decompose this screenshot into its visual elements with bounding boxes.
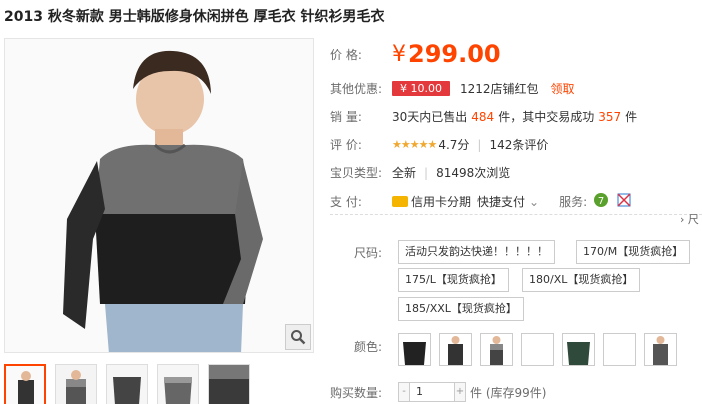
credit-card-icon xyxy=(392,196,408,207)
sales-text3: 件 xyxy=(625,110,638,124)
price-row: 价 格: ¥ 299.00 xyxy=(330,40,501,68)
chevron-down-icon[interactable]: ⌄ xyxy=(529,195,539,209)
separator: | xyxy=(477,137,482,152)
thumbnail-strip xyxy=(4,364,250,404)
model-illustration xyxy=(5,39,313,352)
main-product-image[interactable] xyxy=(4,38,314,353)
success-count: 357 xyxy=(598,109,622,124)
separator: | xyxy=(424,165,429,180)
rating-label: 评 价: xyxy=(330,138,362,152)
sold-count: 484 xyxy=(471,109,495,124)
thumbnail-3[interactable] xyxy=(106,364,148,404)
credit-installment[interactable]: 信用卡分期 xyxy=(411,193,471,210)
size-option-180xl[interactable]: 180/XL【现货疯抢】 xyxy=(522,268,641,292)
size-option-170m[interactable]: 170/M【现货疯抢】 xyxy=(576,240,691,264)
thumbnail-2[interactable] xyxy=(55,364,97,404)
decrease-button[interactable]: - xyxy=(398,382,410,402)
rating-score: 4.7分 xyxy=(438,138,470,152)
guarantee-icon xyxy=(617,193,631,210)
color-swatch-2[interactable] xyxy=(439,333,472,366)
star-rating-icon: ★★★★★ xyxy=(392,138,437,151)
service-label: 服务: xyxy=(559,195,588,209)
type-label: 宝贝类型: xyxy=(330,166,383,180)
thumbnail-5[interactable] xyxy=(208,364,250,404)
payment-label: 支 付: xyxy=(330,195,362,209)
price-value: 299.00 xyxy=(408,40,501,68)
stock-text: 件 (库存99件) xyxy=(470,385,547,400)
views-count: 81498次浏览 xyxy=(436,166,511,180)
coupon-badge: ¥ 10.00 xyxy=(392,81,450,96)
color-swatch-1[interactable] xyxy=(398,333,431,366)
size-option-185xxl[interactable]: 185/XXL【现货疯抢】 xyxy=(398,297,524,321)
claim-link[interactable]: 领取 xyxy=(551,80,575,97)
divider xyxy=(330,214,702,215)
thumbnail-4[interactable] xyxy=(157,364,199,404)
color-swatch-5[interactable] xyxy=(562,333,595,366)
size-option-notice[interactable]: 活动只发韵达快递！！！！！ xyxy=(398,240,555,264)
color-label: 颜色: xyxy=(354,340,383,354)
increase-button[interactable]: + xyxy=(454,382,466,402)
color-swatch-6[interactable] xyxy=(603,333,636,366)
quantity-stepper: - 1 + 件 (库存99件) xyxy=(398,382,546,402)
promo-label: 其他优惠: xyxy=(330,82,383,96)
sales-text1: 30天内已售出 xyxy=(392,110,468,124)
promo-row: 其他优惠: ¥ 10.00 1212店铺红包 领取 xyxy=(330,80,575,97)
sales-label: 销 量: xyxy=(330,110,362,124)
review-count-link[interactable]: 142条评价 xyxy=(489,136,548,153)
color-swatch-3[interactable] xyxy=(480,333,513,366)
quick-pay[interactable]: 快捷支付 xyxy=(477,193,525,210)
type-row: 宝贝类型: 全新 | 81498次浏览 xyxy=(330,164,510,181)
quantity-label: 购买数量: xyxy=(330,386,383,400)
color-swatch-7[interactable] xyxy=(644,333,677,366)
currency-symbol: ¥ xyxy=(392,41,406,67)
svg-text:7: 7 xyxy=(598,196,604,207)
type-value: 全新 xyxy=(392,166,417,180)
seven-day-return-icon: 7 xyxy=(593,192,609,211)
size-label: 尺码: xyxy=(354,246,383,260)
more-arrow[interactable]: › 尺 xyxy=(680,211,699,227)
rating-row: 评 价: ★★★★★ 4.7分 | 142条评价 xyxy=(330,136,548,153)
quantity-input[interactable]: 1 xyxy=(410,382,454,402)
sales-text2: 件，其中交易成功 xyxy=(498,110,595,124)
size-option-175l[interactable]: 175/L【现货疯抢】 xyxy=(398,268,509,292)
promo-text: 1212店铺红包 xyxy=(460,82,539,96)
price-label: 价 格: xyxy=(330,47,362,62)
thumbnail-1[interactable] xyxy=(4,364,46,404)
product-title: 2013 秋冬新款 男士韩版修身休闲拼色 厚毛衣 针织衫男毛衣 xyxy=(4,9,385,25)
sales-row: 销 量: 30天内已售出 484 件，其中交易成功 357 件 xyxy=(330,108,637,125)
color-swatches xyxy=(398,333,677,366)
magnifier-icon[interactable] xyxy=(285,324,311,350)
payment-row: 支 付: 信用卡分期 快捷支付 ⌄ 服务: 7 xyxy=(330,192,631,211)
color-swatch-4[interactable] xyxy=(521,333,554,366)
